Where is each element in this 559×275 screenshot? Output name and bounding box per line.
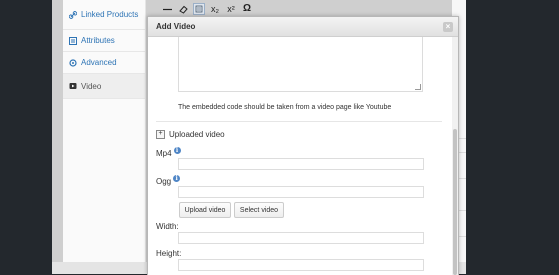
ogg-label-text: Ogg	[156, 177, 172, 186]
subscript-icon[interactable]: x₂	[209, 3, 221, 15]
ogg-label: Ogg i	[156, 175, 181, 186]
tab-linked-products[interactable]: Linked Products	[63, 0, 145, 30]
product-data-tabs: Linked Products Attributes Advanced Vide…	[63, 0, 146, 262]
embed-code-textarea[interactable]	[178, 37, 423, 92]
dialog-scrollbar[interactable]	[452, 37, 458, 275]
special-character-icon[interactable]: Ω	[241, 3, 253, 15]
embed-hint-text: The embedded code should be taken from a…	[178, 104, 392, 111]
horizontal-line-icon[interactable]	[161, 3, 173, 15]
uploaded-video-label: Uploaded video	[169, 130, 225, 139]
paste-text-icon[interactable]	[193, 3, 205, 15]
close-icon[interactable]: ×	[443, 22, 453, 32]
dialog-body: The embedded code should be taken from a…	[148, 37, 452, 275]
eraser-icon[interactable]	[177, 3, 189, 15]
info-icon[interactable]: i	[173, 147, 181, 154]
select-video-button[interactable]: Select video	[234, 202, 284, 218]
ogg-url-input[interactable]	[178, 186, 424, 198]
video-icon	[69, 82, 77, 90]
uploaded-video-toggle[interactable]: + Uploaded video	[156, 130, 225, 139]
tab-label: Advanced	[81, 58, 117, 67]
mp4-label: Mp4 i	[156, 147, 181, 158]
mp4-label-text: Mp4	[156, 149, 172, 158]
superscript-icon[interactable]: x²	[225, 3, 237, 15]
tab-label: Attributes	[81, 36, 115, 45]
editor-toolbar: x₂ x² Ω	[161, 2, 253, 16]
height-input[interactable]	[178, 259, 424, 271]
upload-video-button[interactable]: Upload video	[179, 202, 231, 218]
gear-icon	[69, 58, 77, 67]
tab-label: Video	[81, 81, 102, 91]
tab-label: Linked Products	[81, 10, 139, 19]
width-input[interactable]	[178, 232, 424, 244]
dialog-title: Add Video	[156, 22, 196, 31]
section-divider	[156, 121, 442, 122]
expand-plus-icon[interactable]: +	[156, 130, 165, 139]
tab-advanced[interactable]: Advanced	[63, 52, 145, 74]
add-video-dialog: Add Video × The embedded code should be …	[147, 16, 459, 275]
mp4-url-input[interactable]	[178, 158, 424, 170]
info-icon[interactable]: i	[173, 175, 181, 182]
attributes-icon	[69, 36, 77, 45]
dialog-header: Add Video ×	[148, 17, 458, 37]
link-icon	[69, 10, 77, 19]
tab-attributes[interactable]: Attributes	[63, 30, 145, 52]
height-label: Height:	[156, 249, 182, 258]
width-label: Width:	[156, 222, 179, 231]
tab-video[interactable]: Video	[63, 74, 145, 99]
scrollbar-thumb[interactable]	[453, 129, 457, 275]
resize-handle-icon[interactable]	[415, 84, 421, 90]
